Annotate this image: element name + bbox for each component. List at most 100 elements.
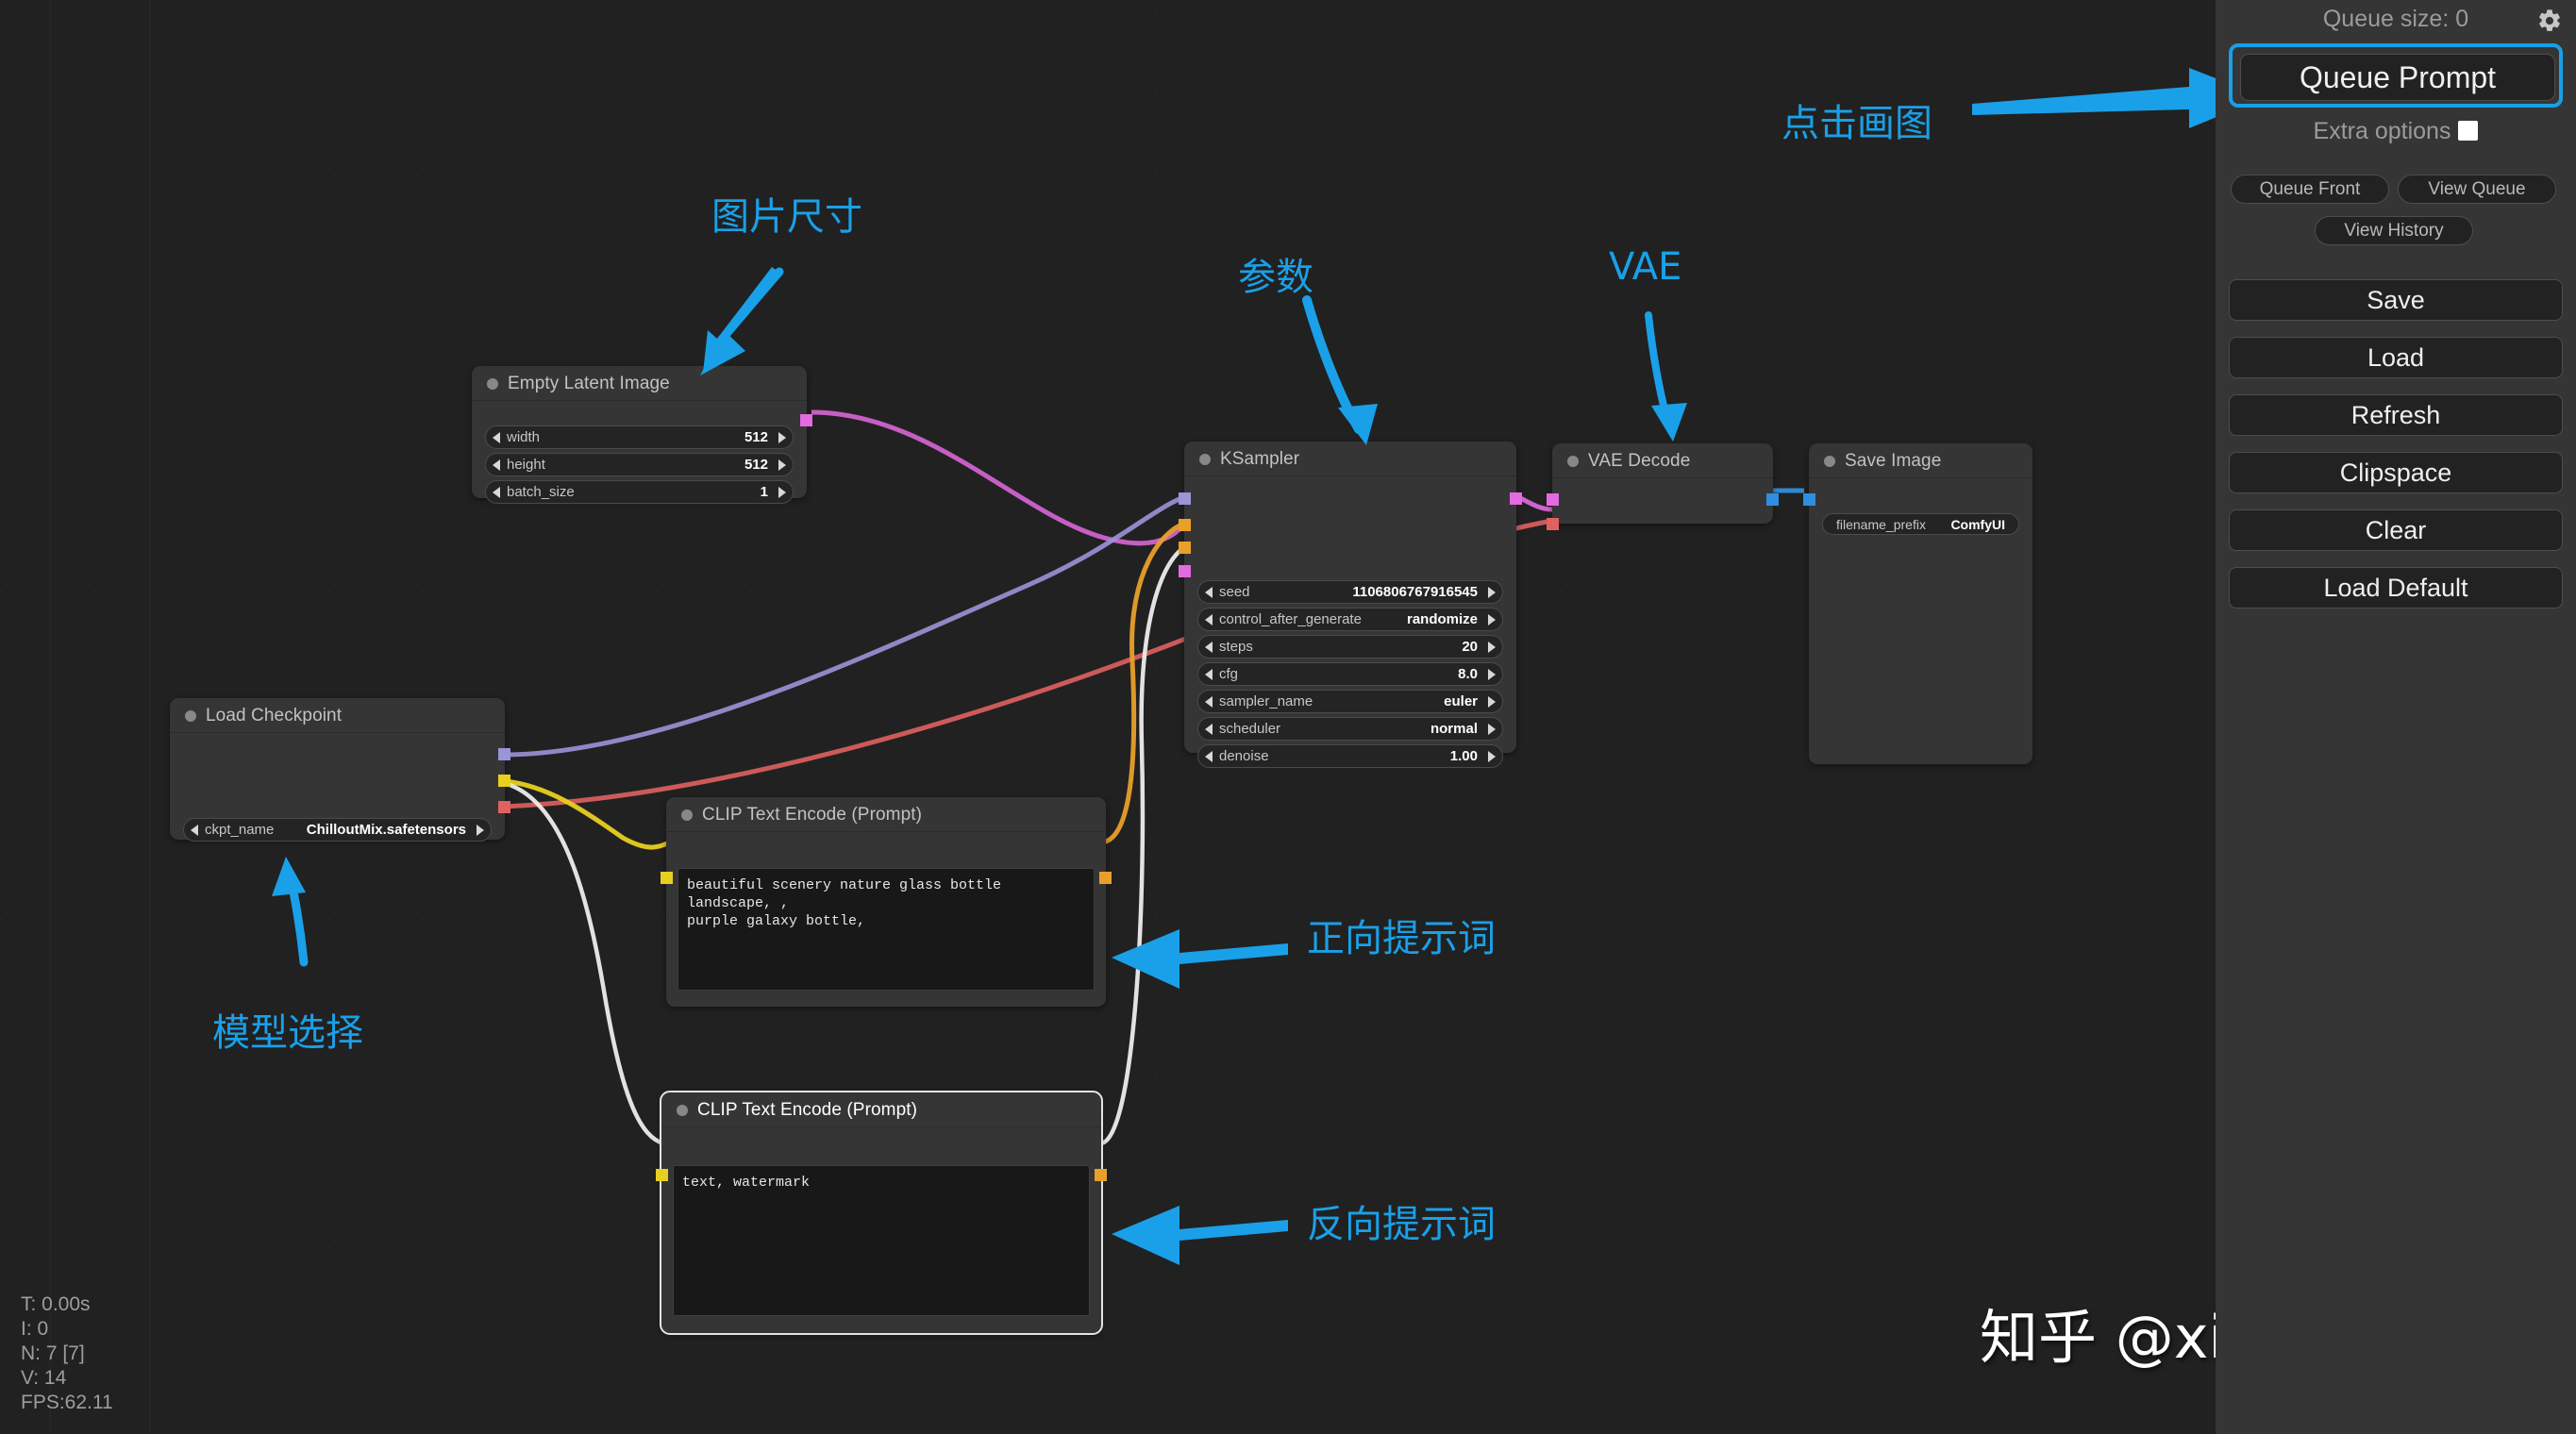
model-output-socket[interactable] [498,748,510,760]
node-collapse-dot[interactable] [1199,454,1211,465]
decrement-icon[interactable] [191,824,198,836]
node-collapse-dot[interactable] [487,378,498,390]
gear-icon[interactable] [2536,8,2563,34]
negative-input-socket[interactable] [1179,542,1191,554]
node-collapse-dot[interactable] [677,1105,688,1116]
stat-nodes: N: 7 [7] [21,1342,85,1364]
positive-prompt-textarea[interactable]: beautiful scenery nature glass bottle la… [677,868,1095,991]
decrement-icon[interactable] [1205,750,1213,762]
widget-ckpt-name[interactable]: ckpt_name ChilloutMix.safetensors [183,818,492,842]
conditioning-output-socket[interactable] [1099,872,1112,884]
widget-seed[interactable]: seed 1106806767916545 [1197,580,1503,604]
annotation-click-to-draw: 点击画图 [1781,102,1932,145]
save-button[interactable]: Save [2229,279,2563,321]
widget-scheduler[interactable]: scheduler normal [1197,717,1503,741]
clip-input-socket[interactable] [661,872,673,884]
widget-value: ChilloutMix.safetensors [306,822,466,838]
decrement-icon[interactable] [1205,641,1213,653]
increment-icon[interactable] [778,486,786,498]
positive-input-socket[interactable] [1179,519,1191,531]
decrement-icon[interactable] [493,486,500,498]
decrement-icon[interactable] [493,431,500,443]
clip-output-socket[interactable] [498,775,510,787]
widget-label: sampler_name [1219,693,1313,709]
annotation-image-size: 图片尺寸 [711,195,862,239]
increment-icon[interactable] [477,824,484,836]
samples-input-socket[interactable] [1547,493,1559,506]
image-output-socket[interactable] [1766,493,1779,506]
widget-width[interactable]: width 512 [485,425,794,449]
widget-value: ComfyUI [1950,516,2005,532]
widget-filename-prefix[interactable]: filename_prefix ComfyUI [1822,513,2019,535]
extra-options-row[interactable]: Extra options [2216,118,2576,145]
decrement-icon[interactable] [493,459,500,471]
annotation-negative-prompt: 反向提示词 [1307,1203,1496,1246]
negative-prompt-textarea[interactable]: text, watermark [673,1165,1090,1316]
widget-label: filename_prefix [1836,516,1926,532]
widget-height[interactable]: height 512 [485,453,794,476]
queue-size-label: Queue size: 0 [2322,6,2469,32]
node-clip-text-encode-positive[interactable]: CLIP Text Encode (Prompt) beautiful scen… [661,797,1112,1007]
annotation-vae: VAE [1609,245,1682,289]
latent-output-socket[interactable] [800,414,812,426]
increment-icon[interactable] [1488,586,1496,598]
load-button[interactable]: Load [2229,337,2563,378]
vae-input-socket[interactable] [1547,518,1559,530]
clip-input-socket[interactable] [656,1169,668,1181]
increment-icon[interactable] [778,431,786,443]
comfy-menu-panel: Queue size: 0 Queue Prompt Extra options… [2216,0,2576,1434]
widget-value: 20 [1462,639,1478,655]
decrement-icon[interactable] [1205,668,1213,680]
widget-control-after-generate[interactable]: control_after_generate randomize [1197,608,1503,631]
widget-steps[interactable]: steps 20 [1197,635,1503,659]
node-title: Empty Latent Image [472,366,807,401]
refresh-button[interactable]: Refresh [2229,394,2563,436]
images-input-socket[interactable] [1803,493,1815,506]
widget-cfg[interactable]: cfg 8.0 [1197,662,1503,686]
load-default-button[interactable]: Load Default [2229,567,2563,609]
node-save-image[interactable]: Save Image filename_prefix ComfyUI [1803,443,2032,764]
widget-denoise[interactable]: denoise 1.00 [1197,744,1503,768]
widget-value: 1 [760,484,768,500]
node-collapse-dot[interactable] [681,809,693,821]
decrement-icon[interactable] [1205,695,1213,708]
widget-batch-size[interactable]: batch_size 1 [485,480,794,504]
model-input-socket[interactable] [1179,492,1191,505]
stat-version: V: 14 [21,1367,67,1389]
view-history-button[interactable]: View History [2315,216,2473,245]
decrement-icon[interactable] [1205,586,1213,598]
decrement-icon[interactable] [1205,613,1213,625]
node-body: ckpt_name ChilloutMix.safetensors [170,733,510,842]
node-collapse-dot[interactable] [1567,456,1579,467]
annotation-positive-prompt: 正向提示词 [1307,917,1496,960]
widget-sampler-name[interactable]: sampler_name euler [1197,690,1503,713]
queue-front-button[interactable]: Queue Front [2231,175,2389,204]
node-title: Load Checkpoint [170,698,505,733]
vae-output-socket[interactable] [498,801,510,813]
node-load-checkpoint[interactable]: Load Checkpoint ckpt_name ChilloutMix.sa… [170,698,510,842]
increment-icon[interactable] [1488,723,1496,735]
node-clip-text-encode-negative[interactable]: CLIP Text Encode (Prompt) text, watermar… [656,1091,1107,1335]
node-body: seed 1106806767916545 control_after_gene… [1179,476,1522,768]
increment-icon[interactable] [1488,613,1496,625]
increment-icon[interactable] [1488,750,1496,762]
extra-options-checkbox[interactable] [2458,121,2479,141]
increment-icon[interactable] [1488,668,1496,680]
latent-output-socket[interactable] [1510,492,1522,505]
conditioning-output-socket[interactable] [1095,1169,1107,1181]
decrement-icon[interactable] [1205,723,1213,735]
node-ksampler[interactable]: KSampler seed 1106806767916545 control_a… [1179,442,1522,768]
widget-label: control_after_generate [1219,611,1362,627]
latent-image-input-socket[interactable] [1179,565,1191,577]
node-collapse-dot[interactable] [185,710,196,722]
clipspace-button[interactable]: Clipspace [2229,452,2563,493]
clear-button[interactable]: Clear [2229,509,2563,551]
view-queue-button[interactable]: View Queue [2398,175,2556,204]
node-vae-decode[interactable]: VAE Decode [1547,443,1779,530]
queue-prompt-button[interactable]: Queue Prompt [2240,54,2555,101]
increment-icon[interactable] [1488,695,1496,708]
increment-icon[interactable] [778,459,786,471]
node-collapse-dot[interactable] [1824,456,1835,467]
increment-icon[interactable] [1488,641,1496,653]
node-empty-latent-image[interactable]: Empty Latent Image width 512 height 512 … [472,366,812,504]
